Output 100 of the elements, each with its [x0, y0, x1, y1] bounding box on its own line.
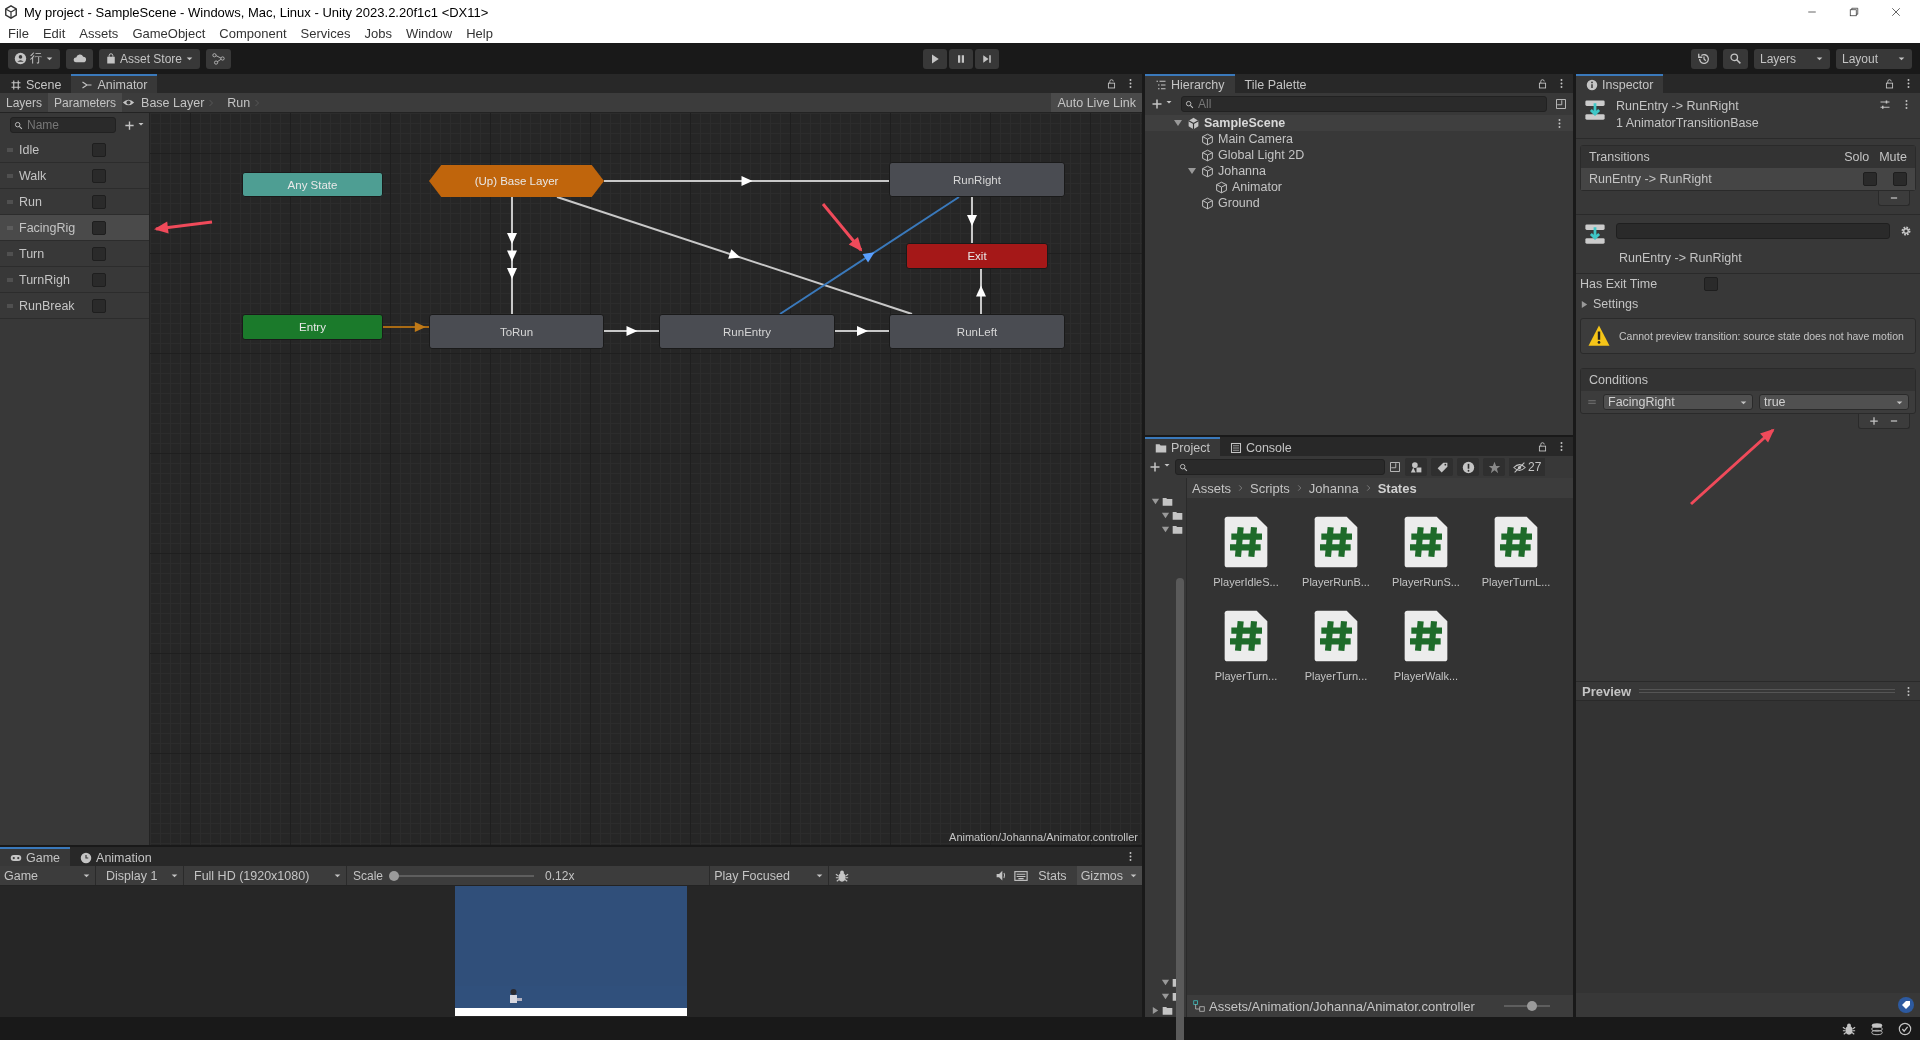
transition-arrow[interactable]: [507, 196, 517, 315]
settings-foldout[interactable]: Settings: [1576, 294, 1920, 314]
breadcrumb-link[interactable]: Scripts: [1250, 480, 1290, 496]
tree-item[interactable]: Main Camera: [1218, 132, 1294, 146]
create-button[interactable]: [1149, 461, 1171, 473]
sidebar-tab[interactable]: Parameters: [48, 93, 123, 112]
scrollbar[interactable]: [1176, 578, 1184, 1040]
menu-item[interactable]: Help: [466, 26, 493, 41]
file-name[interactable]: PlayerWalk...: [1393, 670, 1459, 682]
step-button[interactable]: [975, 48, 999, 69]
file-name[interactable]: PlayerRunB...: [1302, 576, 1370, 588]
transition-arrow[interactable]: [603, 326, 660, 336]
search-field[interactable]: All: [1181, 96, 1547, 112]
parameter-checkbox[interactable]: [92, 142, 106, 157]
transition-arrow[interactable]: [967, 196, 977, 244]
script-file-icon[interactable]: [1312, 514, 1360, 570]
play-mode-dropdown[interactable]: Play Focused: [709, 866, 830, 885]
transition-arrow[interactable]: [976, 268, 986, 315]
script-file-icon[interactable]: [1312, 608, 1360, 664]
transition-arrow[interactable]: [603, 176, 890, 186]
scene-name[interactable]: SampleScene: [1204, 116, 1286, 130]
search-field[interactable]: Name: [10, 117, 116, 133]
file-name[interactable]: PlayerTurn...: [1214, 670, 1278, 682]
cloud-button[interactable]: [66, 48, 93, 69]
auto-live-link-button[interactable]: Auto Live Link: [1051, 93, 1142, 112]
state-node[interactable]: (Up) Base Layer: [429, 165, 604, 197]
panel-tab[interactable]: Animation: [70, 847, 162, 866]
script-file-icon[interactable]: [1222, 608, 1270, 664]
layers-dropdown[interactable]: Layers: [1754, 48, 1830, 69]
menu-item[interactable]: Component: [219, 26, 287, 41]
label-icon[interactable]: [1898, 997, 1914, 1013]
menu-item[interactable]: Jobs: [364, 26, 392, 41]
hidden-packages-count[interactable]: 27: [1509, 458, 1546, 476]
account-button[interactable]: 行: [8, 48, 60, 69]
parameter-row[interactable]: FacingRig: [0, 215, 149, 241]
stats-button[interactable]: Stats: [1034, 868, 1071, 883]
add-parameter-button[interactable]: [124, 119, 145, 131]
breadcrumb-link[interactable]: Base Layer: [141, 95, 205, 110]
parameter-checkbox[interactable]: [92, 194, 106, 209]
parameter-checkbox[interactable]: [92, 220, 106, 235]
parameter-checkbox[interactable]: [92, 272, 106, 287]
expand-arrow-icon[interactable]: [1580, 299, 1589, 309]
gear-icon[interactable]: [1900, 225, 1912, 237]
panel-tab[interactable]: Animator: [71, 74, 158, 93]
state-node[interactable]: RunRight: [889, 162, 1065, 197]
lock-icon[interactable]: [1537, 441, 1548, 452]
value-dropdown[interactable]: true: [1759, 394, 1909, 410]
keyboard-icon[interactable]: [1014, 868, 1029, 883]
has-exit-time-checkbox[interactable]: [1704, 277, 1718, 291]
pause-button[interactable]: [949, 48, 973, 69]
breadcrumb-link[interactable]: Assets: [1192, 480, 1231, 496]
menu-item[interactable]: GameObject: [132, 26, 206, 41]
script-file-icon[interactable]: [1222, 514, 1270, 570]
tree-item[interactable]: Ground: [1218, 196, 1260, 210]
resolution-dropdown[interactable]: Full HD (1920x1080): [190, 866, 347, 885]
bug-icon[interactable]: [835, 868, 850, 883]
version-control-button[interactable]: [206, 48, 232, 69]
tree-item[interactable]: Global Light 2D: [1218, 148, 1305, 162]
collapse-arrow-icon[interactable]: [1173, 118, 1183, 128]
lock-icon[interactable]: [1106, 78, 1117, 89]
sliders-icon[interactable]: [1879, 99, 1891, 111]
lock-icon[interactable]: [1537, 78, 1548, 89]
transition-arrow[interactable]: [834, 326, 890, 336]
sidebar-tab[interactable]: Layers: [0, 93, 49, 112]
expand-icon[interactable]: [1389, 461, 1401, 473]
file-name[interactable]: PlayerRunS...: [1392, 576, 1460, 588]
asset-store-button[interactable]: Asset Store: [99, 48, 201, 69]
menu-item[interactable]: Assets: [79, 26, 119, 41]
state-node[interactable]: Exit: [906, 243, 1048, 269]
search-field[interactable]: [1175, 459, 1385, 475]
collapse-arrow-icon[interactable]: [1187, 166, 1197, 176]
view-dropdown[interactable]: Game: [0, 866, 96, 885]
script-file-icon[interactable]: [1402, 514, 1450, 570]
star-filter-button[interactable]: [1483, 458, 1505, 476]
parameter-checkbox[interactable]: [92, 168, 106, 183]
display-dropdown[interactable]: Display 1: [102, 866, 184, 885]
layout-dropdown[interactable]: Layout: [1836, 48, 1912, 69]
parameter-dropdown[interactable]: FacingRight: [1603, 394, 1753, 410]
panel-tab[interactable]: Project: [1145, 437, 1220, 456]
panel-tab[interactable]: Game: [0, 847, 71, 866]
parameter-checkbox[interactable]: [92, 246, 106, 261]
debug-icon[interactable]: [1842, 1021, 1856, 1036]
expand-icon[interactable]: [1555, 98, 1567, 110]
mute-checkbox[interactable]: [1893, 172, 1907, 186]
panel-tab[interactable]: Tile Palette: [1234, 74, 1317, 93]
menu-item[interactable]: Window: [405, 26, 453, 41]
menu-item[interactable]: Services: [300, 26, 351, 41]
transition-row[interactable]: RunEntry -> RunRight: [1581, 168, 1915, 190]
create-button[interactable]: [1151, 98, 1173, 110]
file-name[interactable]: PlayerTurnL...: [1481, 576, 1551, 588]
solo-checkbox[interactable]: [1863, 172, 1877, 186]
parameter-checkbox[interactable]: [92, 298, 106, 313]
breadcrumb-link[interactable]: Run: [227, 95, 251, 110]
play-button[interactable]: [923, 48, 947, 69]
restore-icon[interactable]: [1848, 6, 1860, 18]
lock-icon[interactable]: [1884, 78, 1895, 89]
breadcrumb-link[interactable]: Johanna: [1308, 480, 1359, 496]
add-icon[interactable]: [1869, 416, 1879, 426]
tag-filter-button[interactable]: [1431, 458, 1453, 476]
panel-tab[interactable]: Inspector: [1576, 74, 1664, 93]
